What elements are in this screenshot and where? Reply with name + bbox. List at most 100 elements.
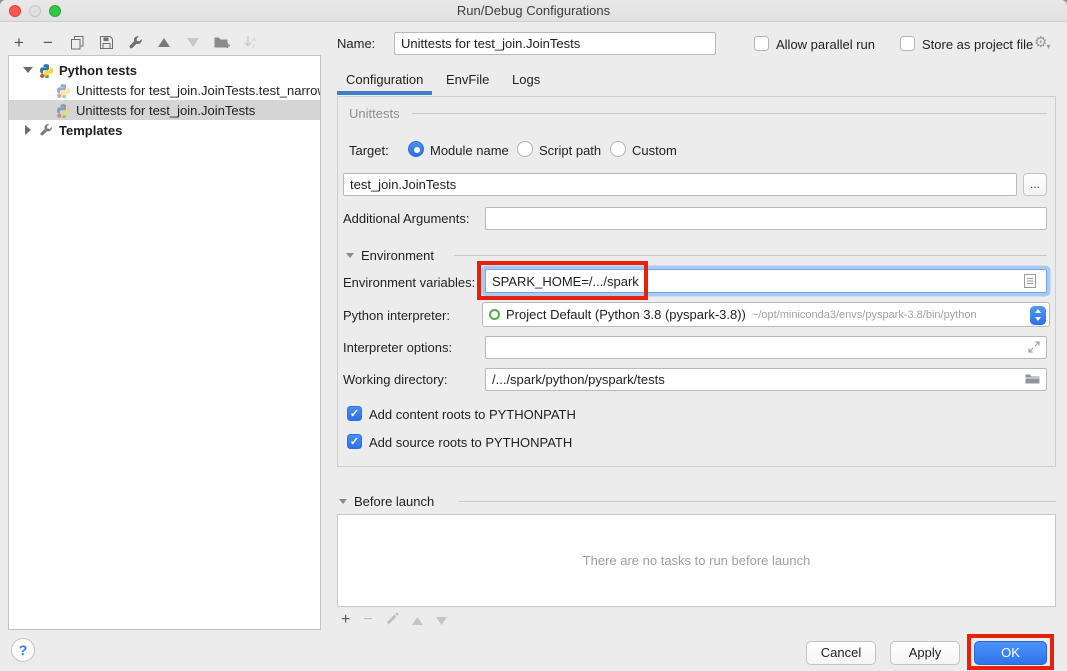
additional-arguments-label: Additional Arguments: xyxy=(343,211,469,226)
tree-item-label: Unittests for test_join.JoinTests.test_n… xyxy=(76,83,320,98)
title-bar: Run/Debug Configurations xyxy=(0,0,1067,22)
svg-text:z: z xyxy=(252,43,255,49)
pencil-icon xyxy=(386,612,399,625)
tab-envfile[interactable]: EnvFile xyxy=(446,72,489,87)
add-content-roots-checkbox[interactable]: ✓ xyxy=(347,406,362,421)
unittests-section-title: Unittests xyxy=(349,106,400,121)
sort-az-icon: az xyxy=(244,35,258,49)
tree-item-templates[interactable]: Templates xyxy=(9,120,320,140)
edit-variables-icon[interactable] xyxy=(1024,274,1036,291)
templates-wrench-icon xyxy=(39,123,54,138)
store-as-project-file-label: Store as project file xyxy=(922,37,1033,52)
remove-task-button[interactable]: − xyxy=(363,612,372,628)
help-button[interactable]: ? xyxy=(11,638,35,662)
interpreter-options-label: Interpreter options: xyxy=(343,340,452,355)
additional-arguments-input[interactable] xyxy=(485,207,1047,230)
remove-configuration-button[interactable]: − xyxy=(39,33,57,51)
sort-configurations-button[interactable]: az xyxy=(242,33,260,51)
move-up-button[interactable] xyxy=(155,33,173,51)
interpreter-value: Project Default (Python 3.8 (pyspark-3.8… xyxy=(506,307,746,322)
arrow-down-icon xyxy=(436,617,447,625)
section-divider xyxy=(459,501,1056,502)
python-tests-icon xyxy=(39,63,54,78)
radio-script-path[interactable] xyxy=(517,141,533,157)
minus-icon: − xyxy=(43,34,53,51)
tab-logs[interactable]: Logs xyxy=(512,72,540,87)
arrow-up-icon xyxy=(158,38,170,47)
python-interpreter-select[interactable]: Project Default (Python 3.8 (pyspark-3.8… xyxy=(482,302,1050,327)
tree-item-unittests-test-narrow[interactable]: Unittests for test_join.JoinTests.test_n… xyxy=(9,80,320,100)
expand-field-icon[interactable] xyxy=(1028,341,1040,356)
svg-text:a: a xyxy=(252,36,256,43)
radio-module-name-label: Module name xyxy=(430,143,509,158)
tree-item-label: Python tests xyxy=(59,63,137,78)
section-divider xyxy=(412,113,1047,114)
interpreter-options-input[interactable] xyxy=(485,336,1047,359)
gear-icon[interactable]: ⚙ xyxy=(1034,33,1050,51)
environment-variables-label: Environment variables: xyxy=(343,275,475,290)
environment-variables-input[interactable] xyxy=(485,269,1047,293)
chevron-expanded-icon[interactable] xyxy=(23,67,33,73)
python-interpreter-label: Python interpreter: xyxy=(343,308,450,323)
cancel-button[interactable]: Cancel xyxy=(806,641,876,665)
save-icon xyxy=(99,35,114,50)
folder-add-icon xyxy=(214,35,231,49)
before-launch-task-list: There are no tasks to run before launch xyxy=(337,514,1056,607)
working-directory-label: Working directory: xyxy=(343,372,448,387)
conda-environment-icon xyxy=(489,309,500,320)
target-label: Target: xyxy=(349,143,389,158)
environment-section-title: Environment xyxy=(361,248,434,263)
move-down-button[interactable] xyxy=(184,33,202,51)
new-folder-button[interactable] xyxy=(213,33,231,51)
chevron-collapsed-icon[interactable] xyxy=(25,125,31,135)
arrow-up-icon xyxy=(412,617,423,625)
apply-button[interactable]: Apply xyxy=(890,641,960,665)
add-task-button[interactable]: + xyxy=(341,612,350,628)
configuration-tab-panel: Unittests Target: Module name Script pat… xyxy=(337,96,1056,467)
tab-configuration[interactable]: Configuration xyxy=(346,72,423,87)
copy-configuration-button[interactable] xyxy=(68,33,86,51)
add-content-roots-label: Add content roots to PYTHONPATH xyxy=(369,407,576,422)
python-test-config-icon xyxy=(56,83,71,98)
move-task-down-button[interactable] xyxy=(436,613,447,628)
edit-templates-button[interactable] xyxy=(126,33,144,51)
copy-icon xyxy=(70,35,85,50)
store-as-project-file-checkbox[interactable] xyxy=(900,36,915,51)
edit-task-button[interactable] xyxy=(386,612,399,628)
active-tab-indicator xyxy=(337,91,432,95)
save-configuration-button[interactable] xyxy=(97,33,115,51)
radio-script-path-label: Script path xyxy=(539,143,601,158)
name-label: Name: xyxy=(337,36,375,51)
allow-parallel-run-checkbox[interactable] xyxy=(754,36,769,51)
before-launch-collapse-icon[interactable] xyxy=(339,499,347,504)
add-source-roots-checkbox[interactable]: ✓ xyxy=(347,434,362,449)
wrench-icon xyxy=(128,35,143,50)
allow-parallel-run-label: Allow parallel run xyxy=(776,37,875,52)
tree-item-label: Unittests for test_join.JoinTests xyxy=(76,103,255,118)
configurations-tree: Python tests Unittests for test_join.Joi… xyxy=(8,55,321,630)
target-module-input[interactable] xyxy=(343,173,1017,196)
before-launch-empty-text: There are no tasks to run before launch xyxy=(583,553,811,568)
environment-collapse-icon[interactable] xyxy=(346,253,354,258)
working-directory-input[interactable] xyxy=(485,368,1047,391)
add-source-roots-label: Add source roots to PYTHONPATH xyxy=(369,435,572,450)
tree-item-unittests-jointests-selected[interactable]: Unittests for test_join.JoinTests xyxy=(9,100,320,120)
browse-target-button[interactable]: ... xyxy=(1023,173,1047,196)
folder-icon[interactable] xyxy=(1025,373,1040,388)
before-launch-section-title: Before launch xyxy=(354,494,434,509)
plus-icon: + xyxy=(14,34,24,51)
move-task-up-button[interactable] xyxy=(412,613,423,628)
name-input[interactable] xyxy=(394,32,716,55)
arrow-down-icon xyxy=(187,38,199,47)
add-configuration-button[interactable]: + xyxy=(10,33,28,51)
interpreter-path: ~/opt/miniconda3/envs/pyspark-3.8/bin/py… xyxy=(752,309,977,321)
section-divider xyxy=(454,255,1047,256)
radio-custom[interactable] xyxy=(610,141,626,157)
combo-stepper-icon[interactable] xyxy=(1030,306,1046,325)
configurations-toolbar: + − az xyxy=(10,30,260,54)
ok-button[interactable]: OK xyxy=(974,641,1047,665)
tree-item-python-tests[interactable]: Python tests xyxy=(9,60,320,80)
radio-custom-label: Custom xyxy=(632,143,677,158)
radio-module-name[interactable] xyxy=(408,141,424,157)
tree-item-label: Templates xyxy=(59,123,122,138)
